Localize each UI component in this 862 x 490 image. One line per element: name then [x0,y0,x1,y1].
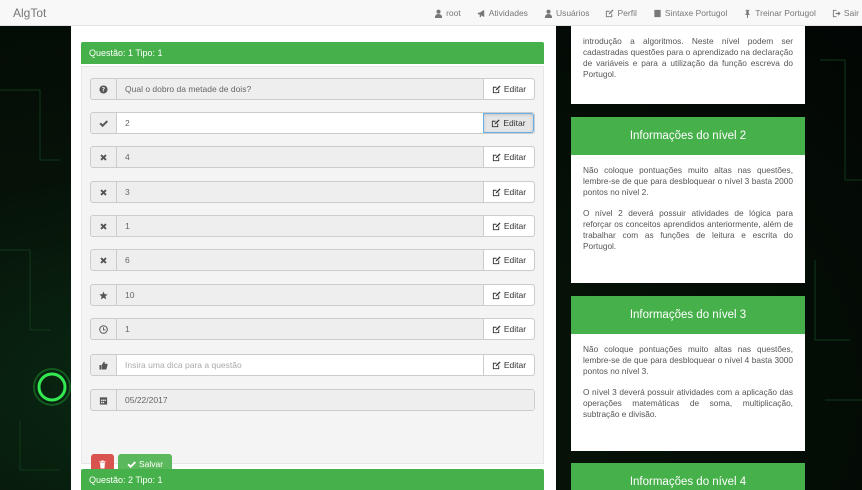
info-level-2-paragraph-1: Não coloque pontuações muito altas nas q… [583,165,793,197]
nav-link-atividades[interactable]: Atividades [469,8,536,18]
navbar: AlgTot root Atividades Usuários Perfil S… [0,0,862,26]
info-level-3-paragraph-1: Não coloque pontuações muito altas nas q… [583,344,793,376]
trash-icon [99,459,106,469]
star-icon [99,290,108,299]
wrong-answer: 4 [117,147,483,167]
info-level-3-title: Informações do nível 3 [571,296,805,334]
edit-icon [492,187,501,196]
nav-link-sair[interactable]: Sair [824,8,862,18]
date-value: 05/22/2017 [117,390,534,410]
edit-icon [606,8,615,17]
correct-answer-row: 2 Editar [90,112,535,134]
wrong-answer-row: 6 Editar [90,249,535,271]
wrong-answer-row: 4 Editar [90,146,535,168]
user-icon [544,9,553,18]
edit-icon [492,255,501,264]
edit-wrong-answer-button[interactable]: Editar [483,147,534,167]
date-row: 05/22/2017 [90,389,535,411]
times-icon [100,256,107,264]
edit-points-button[interactable]: Editar [483,285,534,305]
brand-logo[interactable]: AlgTot [13,6,46,20]
edit-icon [492,84,501,93]
points-value: 10 [117,285,483,305]
edit-correct-answer-button[interactable]: Editar [483,113,534,133]
info-card-level-1: introdução a algoritmos. Neste nível pod… [571,26,805,104]
info-card-level-4: Informações do nível 4 [571,463,805,490]
calendar-icon [99,396,108,405]
thumbs-up-icon [99,360,108,370]
nav-link-treinar[interactable]: Treinar Portugol [735,8,824,18]
correct-answer[interactable]: 2 [117,113,483,133]
question-text: Qual o dobro da metade de dois? [117,79,483,99]
clock-icon [99,324,108,334]
edit-icon [492,118,500,127]
wrong-answer: 1 [117,216,483,236]
info-card-level-2: Informações do nível 2 Não coloque pontu… [571,117,805,283]
info-level-4-title: Informações do nível 4 [571,463,805,490]
question-1-header[interactable]: Questão: 1 Tipo: 1 [81,42,544,64]
edit-icon [492,290,501,299]
bullhorn-icon [477,9,484,17]
info-level-3-paragraph-2: O nível 3 deverá possuir atividades com … [583,387,793,419]
hint-input[interactable]: Insira uma dica para a questão [117,355,483,375]
edit-icon [492,324,501,333]
log-out-icon [832,9,841,17]
nav-link-sintaxe[interactable]: Sintaxe Portugol [645,8,735,18]
info-level-1-text: introdução a algoritmos. Neste nível pod… [583,36,793,79]
wrong-answer-row: 3 Editar [90,181,535,203]
nav-link-root[interactable]: root [426,8,469,18]
question-2-header[interactable]: Questão: 2 Tipo: 1 [81,469,544,490]
edit-icon [492,221,501,230]
times-icon [100,222,107,230]
nav-link-perfil[interactable]: Perfil [597,8,644,18]
wrong-answer-row: 1 Editar [90,215,535,237]
hint-row: Insira uma dica para a questão Editar [90,354,535,376]
edit-question-button[interactable]: Editar [483,79,534,99]
user-icon [434,9,443,18]
info-level-2-title: Informações do nível 2 [571,117,805,155]
wrong-answer: 6 [117,250,483,270]
wrong-answer: 3 [117,182,483,202]
question-icon: ? [99,84,108,93]
info-card-level-3: Informações do nível 3 Não coloque pontu… [571,296,805,451]
check-icon [99,119,108,127]
edit-icon [492,152,501,161]
times-icon [100,188,107,196]
time-row: 1 Editar [90,318,535,340]
book-icon [654,9,661,17]
edit-time-button[interactable]: Editar [483,319,534,339]
edit-wrong-answer-button[interactable]: Editar [483,182,534,202]
time-value: 1 [117,319,483,339]
edit-icon [492,360,501,369]
questions-panel: Questão: 1 Tipo: 1 ? Qual o dobro da met… [71,26,556,490]
info-level-2-paragraph-2: O nível 2 deverá possuir atividades de l… [583,208,793,251]
check-icon [127,460,136,468]
edit-wrong-answer-button[interactable]: Editar [483,250,534,270]
points-row: 10 Editar [90,284,535,306]
nav-link-usuarios[interactable]: Usuários [536,8,598,18]
nav-links: root Atividades Usuários Perfil Sintaxe … [426,0,862,26]
edit-hint-button[interactable]: Editar [483,355,534,375]
edit-wrong-answer-button[interactable]: Editar [483,216,534,236]
question-text-row: ? Qual o dobro da metade de dois? Editar [90,78,535,100]
pushpin-icon [745,9,751,18]
times-icon [100,153,107,161]
